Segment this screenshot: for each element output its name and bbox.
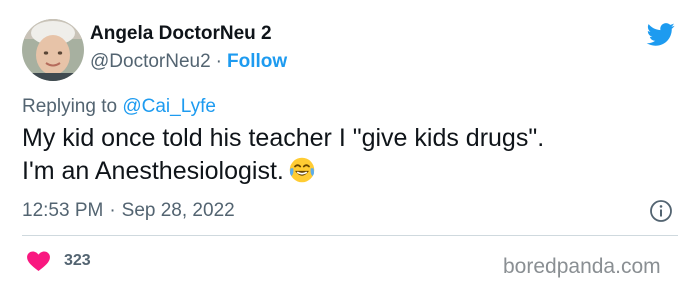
tweet-text: My kid once told his teacher I "give kid… — [22, 122, 672, 188]
divider — [22, 235, 678, 236]
tweet-text-line-1: My kid once told his teacher I "give kid… — [22, 124, 545, 152]
author-display-name[interactable]: Angela DoctorNeu 2 — [90, 22, 272, 46]
tweet-date: Sep 28, 2022 — [121, 200, 235, 221]
replying-to: Replying to @Cai_Lyfe — [22, 95, 216, 119]
replying-to-prefix: Replying to — [22, 96, 118, 117]
like-count: 323 — [64, 252, 91, 269]
tweet-timestamp[interactable]: 12:53 PM · Sep 28, 2022 — [22, 199, 235, 223]
handle-separator: · — [215, 51, 222, 72]
heart-icon[interactable] — [27, 251, 50, 271]
boredpanda-watermark: boredpanda.com — [503, 255, 661, 278]
twitter-bird-icon[interactable] — [645, 20, 677, 48]
info-icon[interactable] — [649, 199, 673, 223]
tweet-text-line-2-wrap: I'm an Anesthesiologist. — [22, 155, 672, 188]
avatar[interactable] — [22, 19, 84, 81]
face-with-tears-of-joy-icon — [289, 157, 315, 183]
author-handle-row: @DoctorNeu2 · Follow — [90, 50, 287, 74]
author-handle[interactable]: @DoctorNeu2 — [90, 51, 211, 72]
tweet-card: Angela DoctorNeu 2 @DoctorNeu2 · Follow Re… — [0, 0, 700, 288]
timestamp-separator: · — [109, 200, 116, 221]
tweet-text-line-2: I'm an Anesthesiologist. — [22, 157, 284, 185]
reply-to-handle[interactable]: @Cai_Lyfe — [122, 96, 216, 117]
tweet-time: 12:53 PM — [22, 200, 104, 221]
follow-link[interactable]: Follow — [227, 51, 287, 72]
